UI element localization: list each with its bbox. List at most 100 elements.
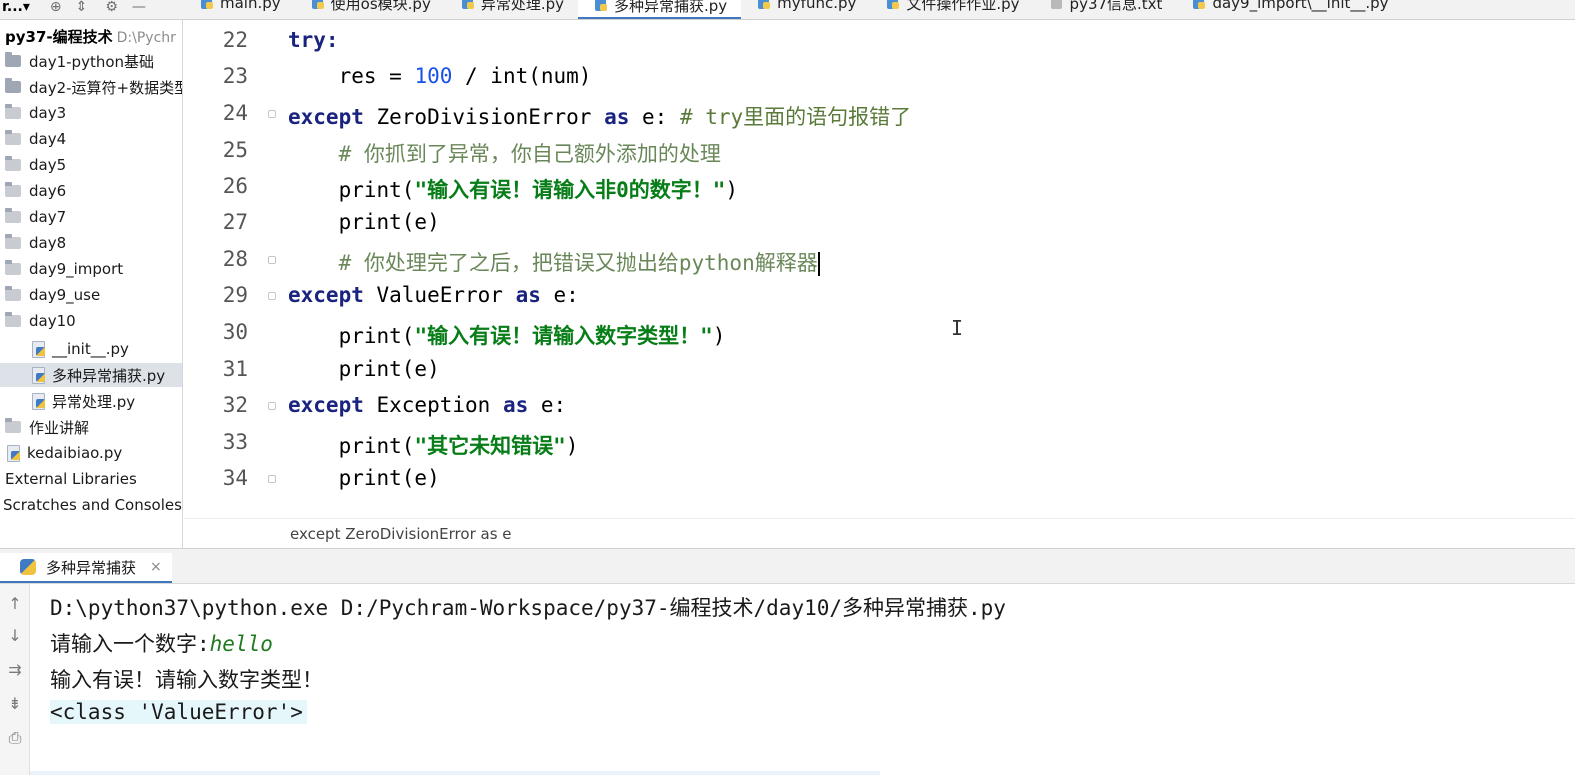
- folder-icon: [5, 418, 21, 433]
- scroll-down-icon[interactable]: ↓: [4, 626, 26, 645]
- scroll-up-icon[interactable]: ↑: [4, 594, 26, 613]
- tree-item-day6[interactable]: day6: [5, 179, 66, 203]
- folder-icon: [5, 234, 21, 249]
- code-line: # 你处理完了之后，把错误又抛出给python解释器: [288, 251, 820, 276]
- tree-item-external-libraries[interactable]: External Libraries: [5, 467, 137, 491]
- python-icon: [20, 559, 36, 575]
- line-number: 27: [222, 210, 248, 234]
- tree-item-homework-explained[interactable]: 作业讲解: [5, 415, 89, 439]
- run-panel-header: 多种异常捕获 ×: [0, 548, 1575, 584]
- code-line: print(e): [288, 357, 440, 381]
- tab-file-ops-homework-py[interactable]: 文件操作作业.py: [870, 0, 1033, 13]
- code-editor[interactable]: 22 23 24 25 26 27 28 29 30 31 32 33 34 t…: [184, 20, 1575, 518]
- python-file-icon: [30, 393, 46, 410]
- target-icon[interactable]: ⊕: [50, 0, 62, 15]
- code-line: try:: [288, 28, 339, 52]
- line-number: 33: [222, 430, 248, 454]
- code-line: except ValueError as e:: [288, 283, 579, 307]
- tab-main-py[interactable]: main.py: [184, 0, 295, 13]
- folder-icon: [5, 208, 21, 223]
- folder-icon: [5, 52, 21, 67]
- python-file-icon: [757, 0, 771, 10]
- python-file-icon: [461, 0, 475, 10]
- project-tool-header: r...▾ ⊕ ⇕ ⚙ —: [0, 0, 183, 19]
- fold-marker[interactable]: [268, 402, 276, 410]
- close-icon[interactable]: ×: [150, 559, 162, 575]
- run-toolbar: ↑ ↓ ⇉ ⇟ ⎙: [0, 584, 30, 775]
- tree-item-day5[interactable]: day5: [5, 153, 66, 177]
- code-line: print("输入有误！请输入非0的数字！"): [288, 178, 739, 202]
- minimize-icon[interactable]: —: [132, 0, 146, 15]
- run-console[interactable]: D:\python37\python.exe D:/Pychram-Worksp…: [30, 584, 1575, 775]
- collapse-icon[interactable]: ⇕: [76, 0, 88, 15]
- tree-item-init-py[interactable]: __init__.py: [30, 337, 129, 361]
- run-tab[interactable]: 多种异常捕获 ×: [0, 553, 172, 583]
- line-number: 24: [222, 101, 248, 125]
- python-file-icon: [30, 367, 46, 384]
- text-file-icon: [1050, 0, 1064, 10]
- python-file-icon: [594, 0, 608, 12]
- soft-wrap-icon[interactable]: ⇉: [4, 660, 26, 679]
- code-line: print("输入有误！请输入数字类型！"): [288, 324, 726, 348]
- tab-py37-info-txt[interactable]: py37信息.txt: [1034, 0, 1177, 13]
- tree-item-exception-handling-py[interactable]: 异常处理.py: [30, 389, 135, 413]
- print-icon[interactable]: ⎙: [4, 728, 26, 748]
- tree-item-day9-import[interactable]: day9_import: [5, 257, 123, 281]
- line-number: 25: [222, 138, 248, 162]
- line-number: 30: [222, 320, 248, 344]
- editor-tab-bar: main.py 使用os模块.py 异常处理.py 多种异常捕获.py myfu…: [184, 0, 1403, 19]
- tree-item-multi-exception-py[interactable]: 多种异常捕获.py: [0, 363, 182, 387]
- folder-icon: [5, 182, 21, 197]
- project-root-name: py37-编程技术: [5, 28, 113, 46]
- folder-icon: [5, 78, 21, 93]
- project-root[interactable]: py37-编程技术 D:\Pychr: [5, 26, 176, 47]
- line-number: 32: [222, 393, 248, 417]
- tree-item-kedaibiao-py[interactable]: kedaibiao.py: [5, 441, 122, 465]
- tab-day9-import-init-py[interactable]: day9_import\__init__.py: [1176, 0, 1402, 13]
- code-line: except ZeroDivisionError as e: # try里面的语…: [288, 105, 912, 129]
- breadcrumb: except ZeroDivisionError as e: [184, 518, 1575, 548]
- line-number: 31: [222, 357, 248, 381]
- fold-marker[interactable]: [268, 475, 276, 483]
- horizontal-scrollbar[interactable]: [30, 771, 880, 775]
- project-root-path: D:\Pychr: [116, 30, 176, 46]
- project-tree: py37-编程技术 D:\Pychr day1-python基础 day2-运算符…: [0, 20, 183, 548]
- folder-icon: [5, 104, 21, 119]
- fold-marker[interactable]: [268, 110, 276, 118]
- folder-icon: [5, 286, 21, 301]
- tree-item-day8[interactable]: day8: [5, 231, 66, 255]
- tab-myfunc-py[interactable]: myfunc.py: [741, 0, 870, 13]
- fold-marker[interactable]: [268, 256, 276, 264]
- console-user-input: hello: [209, 632, 273, 656]
- fold-marker[interactable]: [268, 292, 276, 300]
- scroll-to-end-icon[interactable]: ⇟: [4, 694, 26, 713]
- line-number: 23: [222, 64, 248, 88]
- line-number: 34: [222, 466, 248, 490]
- tree-item-day3[interactable]: day3: [5, 101, 66, 125]
- python-file-icon: [30, 341, 46, 358]
- tab-exception-handling-py[interactable]: 异常处理.py: [445, 0, 578, 13]
- code-line: print("其它未知错误"): [288, 434, 579, 458]
- python-file-icon: [886, 0, 900, 10]
- tree-item-day4[interactable]: day4: [5, 127, 66, 151]
- tab-multi-exception-py[interactable]: 多种异常捕获.py: [578, 0, 742, 19]
- console-line: 输入有误！请输入数字类型！: [50, 668, 323, 692]
- breadcrumb-item[interactable]: except ZeroDivisionError as e: [290, 525, 512, 543]
- folder-icon: [5, 260, 21, 275]
- line-number: 29: [222, 283, 248, 307]
- project-view-selector[interactable]: r...▾: [2, 0, 30, 15]
- tab-os-module-py[interactable]: 使用os模块.py: [295, 0, 445, 13]
- tree-item-day1[interactable]: day1-python基础: [5, 49, 154, 73]
- line-number: 22: [222, 28, 248, 52]
- mouse-ibeam-icon: I: [951, 316, 964, 340]
- tree-item-day2[interactable]: day2-运算符+数据类型: [5, 75, 182, 99]
- folder-icon: [5, 312, 21, 327]
- console-line: D:\python37\python.exe D:/Pychram-Worksp…: [50, 596, 1006, 620]
- tree-item-scratches[interactable]: Scratches and Consoles: [3, 493, 182, 517]
- tree-item-day7[interactable]: day7: [5, 205, 66, 229]
- tree-item-day10[interactable]: day10: [5, 309, 76, 333]
- code-line: # 你抓到了异常，你自己额外添加的处理: [288, 142, 721, 166]
- tree-item-day9-use[interactable]: day9_use: [5, 283, 100, 307]
- gear-icon[interactable]: ⚙: [105, 0, 118, 15]
- python-file-icon: [200, 0, 214, 10]
